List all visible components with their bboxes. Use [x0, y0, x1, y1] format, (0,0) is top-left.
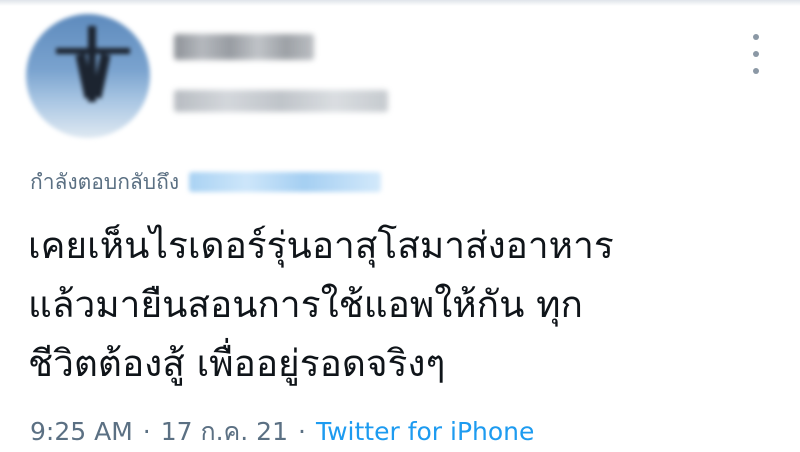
dot-icon: [753, 51, 759, 57]
tweet-text-line: แล้วมายืนสอนการใช้แอพให้กัน ทุก: [28, 283, 583, 326]
separator: ·: [298, 417, 306, 446]
dot-icon: [753, 68, 759, 74]
tweet-date[interactable]: 17 ก.ค. 21: [161, 417, 288, 446]
display-name-redacted[interactable]: [174, 34, 314, 60]
tweet-time[interactable]: 9:25 AM: [30, 417, 133, 446]
more-vertical-icon[interactable]: [744, 34, 768, 74]
username-redacted[interactable]: [174, 90, 388, 112]
tweet-metadata: 9:25 AM · 17 ก.ค. 21 · Twitter for iPhone: [30, 412, 534, 452]
tweet-text-line: ชีวิตต้องสู้ เพื่ออยู่รอดจริงๆ: [28, 342, 446, 385]
dot-icon: [753, 34, 759, 40]
tweet-text: เคยเห็นไรเดอร์รุ่นอาสุโสมาส่งอาหาร แล้วม…: [28, 216, 778, 393]
separator: ·: [142, 417, 151, 446]
tweet-card: กำลังตอบกลับถึง เคยเห็นไรเดอร์รุ่นอาสุโส…: [0, 0, 800, 450]
mention-link-redacted[interactable]: [189, 172, 382, 192]
top-divider: [0, 0, 800, 6]
replying-to-label: กำลังตอบกลับถึง: [30, 169, 180, 194]
tweet-text-line: เคยเห็นไรเดอร์รุ่นอาสุโสมาส่งอาหาร: [28, 224, 614, 267]
tweet-source-link[interactable]: Twitter for iPhone: [316, 417, 534, 446]
avatar[interactable]: [26, 14, 150, 138]
replying-to: กำลังตอบกลับถึง: [30, 166, 382, 198]
